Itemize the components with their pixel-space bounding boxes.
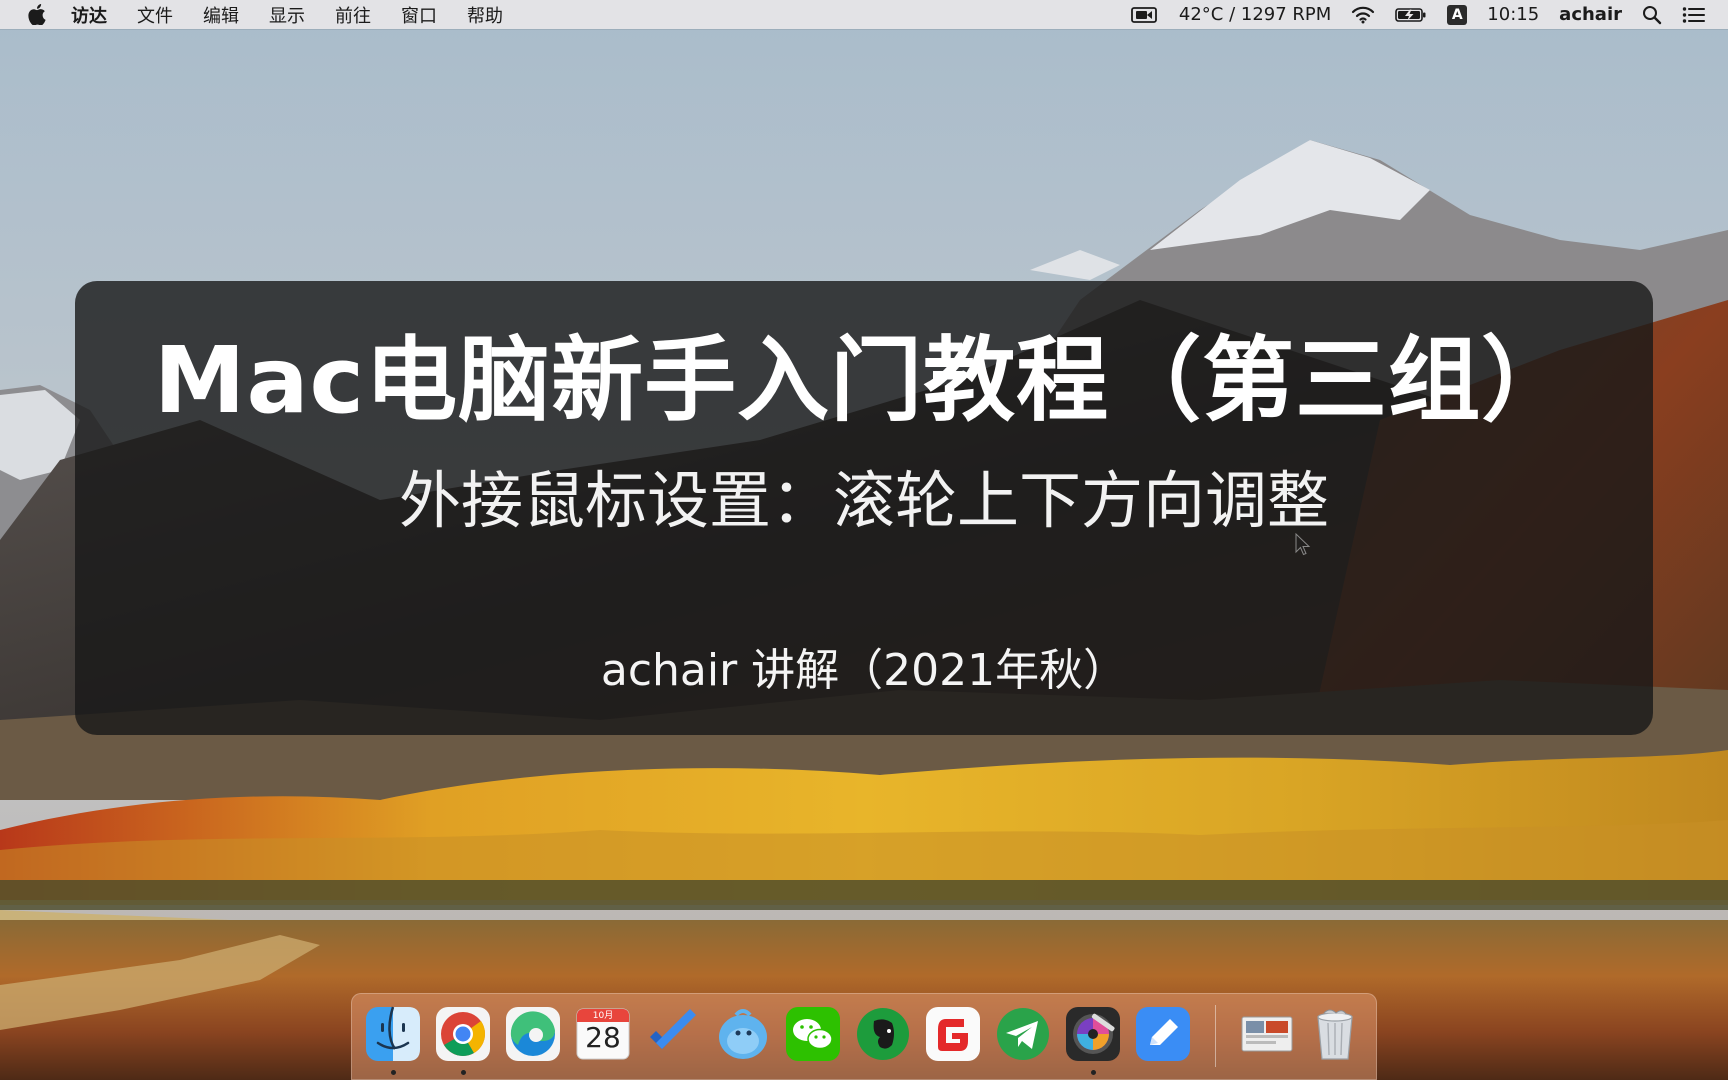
menu-window[interactable]: 窗口 — [386, 0, 452, 29]
mouse-pointer-icon — [1295, 532, 1311, 561]
presenter-credit: achair 讲解（2021年秋） — [600, 645, 1128, 696]
tutorial-subtitle: 外接鼠标设置：滚轮上下方向调整 — [398, 464, 1329, 537]
dock-downloads-stack-icon[interactable] — [1238, 1005, 1296, 1063]
menu-help[interactable]: 帮助 — [452, 0, 518, 29]
battery-charging-icon[interactable] — [1385, 0, 1437, 29]
tutorial-title-card: Mac电脑新手入门教程（第三组） 外接鼠标设置：滚轮上下方向调整 achair … — [75, 281, 1653, 735]
dock-foxit-reader-icon[interactable] — [924, 1005, 982, 1063]
menubar-user[interactable]: achair — [1549, 0, 1632, 29]
dock-final-cut-running-dot — [1091, 1070, 1096, 1075]
dock-wechat-icon[interactable] — [784, 1005, 842, 1063]
temperature-readout[interactable]: 42°C / 1297 RPM — [1169, 0, 1341, 29]
dock-divider — [1215, 1005, 1216, 1067]
menu-view[interactable]: 显示 — [254, 0, 320, 29]
calendar-month: 10月 — [592, 1011, 614, 1021]
dock-final-cut-icon[interactable] — [1064, 1005, 1122, 1063]
dock-calendar-icon[interactable]: 10月 28 — [574, 1005, 632, 1063]
menu-bar: 访达 文件 编辑 显示 前往 窗口 帮助 42°C / 1297 RPM A 1… — [0, 0, 1728, 29]
dock-chrome-icon[interactable] — [434, 1005, 492, 1063]
dock-pen-app-icon[interactable] — [1134, 1005, 1192, 1063]
dock-trash-icon[interactable] — [1306, 1005, 1364, 1063]
input-method-indicator[interactable]: A — [1437, 0, 1477, 29]
tutorial-title: Mac电脑新手入门教程（第三组） — [153, 327, 1575, 434]
calendar-day: 28 — [585, 1021, 621, 1054]
dock-finder-icon[interactable] — [364, 1005, 422, 1063]
dock-todo-icon[interactable] — [644, 1005, 702, 1063]
dock-telegram-icon[interactable] — [994, 1005, 1052, 1063]
input-method-badge: A — [1447, 4, 1468, 25]
notification-center-icon[interactable] — [1672, 0, 1716, 29]
menu-edit[interactable]: 编辑 — [188, 0, 254, 29]
menu-file[interactable]: 文件 — [122, 0, 188, 29]
menubar-clock[interactable]: 10:15 — [1477, 0, 1549, 29]
wifi-icon[interactable] — [1341, 0, 1385, 29]
dock-evernote-icon[interactable] — [854, 1005, 912, 1063]
menu-go[interactable]: 前往 — [320, 0, 386, 29]
spotlight-search-icon[interactable] — [1632, 0, 1672, 29]
dock: 10月 28 — [351, 993, 1377, 1080]
dock-finder-running-dot — [391, 1070, 396, 1075]
dock-edge-icon[interactable] — [504, 1005, 562, 1063]
dock-qq-bird-icon[interactable] — [714, 1005, 772, 1063]
dock-chrome-running-dot — [461, 1070, 466, 1075]
screen-record-icon[interactable] — [1121, 0, 1169, 29]
apple-menu-icon[interactable] — [18, 0, 56, 29]
menu-finder[interactable]: 访达 — [56, 0, 122, 29]
